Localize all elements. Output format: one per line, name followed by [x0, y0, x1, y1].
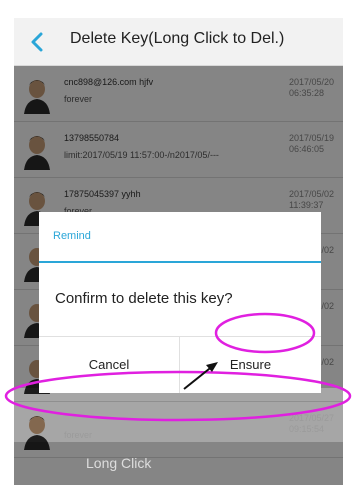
modal-overlay-bottom[interactable] — [14, 442, 343, 485]
long-click-label: Long Click — [86, 455, 152, 471]
ensure-button[interactable]: Ensure — [180, 337, 321, 393]
back-arrow-icon[interactable] — [28, 28, 46, 56]
remind-dialog: Remind Confirm to delete this key? Cance… — [39, 212, 321, 393]
dialog-button-bar: Cancel Ensure — [39, 336, 321, 393]
page-title: Delete Key(Long Click to Del.) — [70, 30, 285, 47]
cancel-button[interactable]: Cancel — [39, 337, 180, 393]
dialog-divider — [39, 261, 321, 263]
top-bar: Delete Key(Long Click to Del.) — [14, 18, 343, 66]
modal-overlay-lower[interactable] — [14, 388, 343, 442]
app-screen: Delete Key(Long Click to Del.) cnc898@12… — [14, 18, 343, 485]
dialog-title: Remind — [53, 230, 91, 242]
dialog-message: Confirm to delete this key? — [55, 290, 233, 307]
